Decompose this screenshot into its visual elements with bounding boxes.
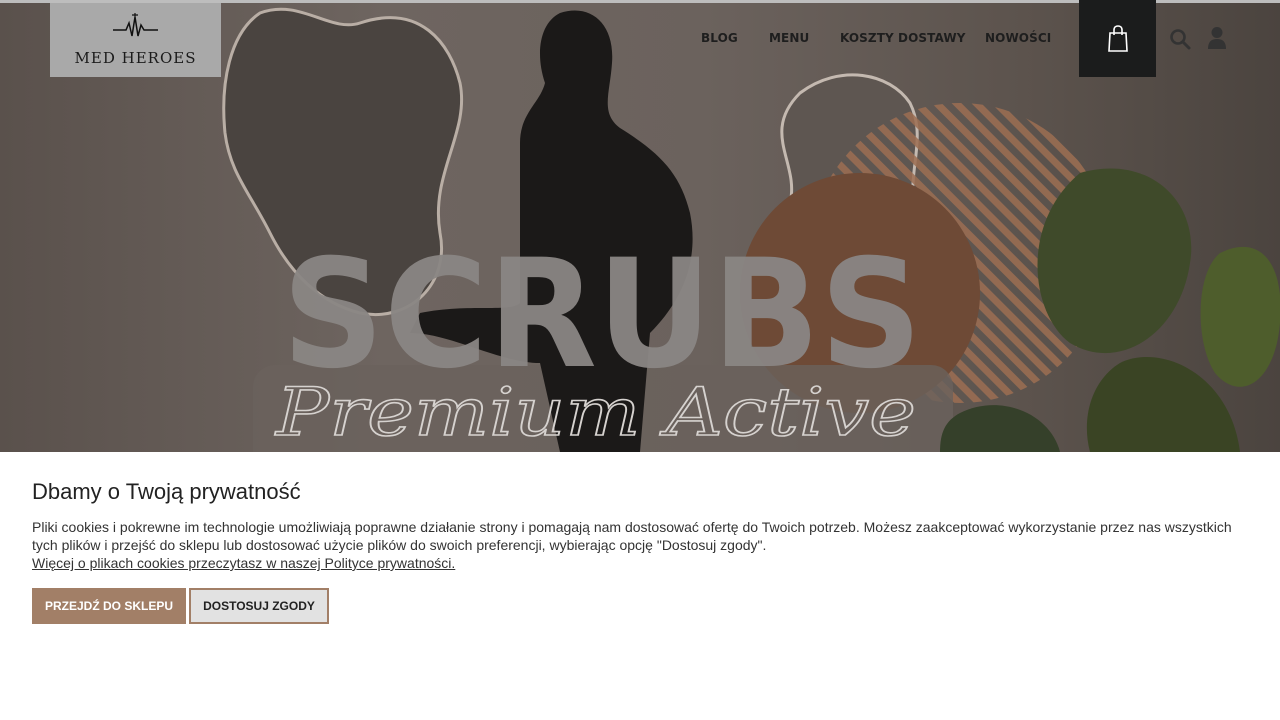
nav-menu[interactable]: MENU [769, 31, 809, 47]
nav-nowosci[interactable]: NOWOŚCI [985, 31, 1051, 47]
cookie-description: Pliki cookies i pokrewne im technologie … [32, 519, 1232, 553]
leaf-1 [1037, 168, 1192, 354]
go-to-shop-button[interactable]: PRZEJDŹ DO SKLEPU [32, 588, 186, 624]
nav-blog[interactable]: BLOG [701, 31, 738, 47]
search-icon[interactable] [1169, 28, 1191, 50]
leaf-2 [1200, 247, 1280, 387]
hero-script-text: Premium Active [275, 374, 916, 451]
user-icon[interactable] [1207, 26, 1227, 50]
leaf-4 [940, 405, 1060, 452]
logo[interactable]: MED HEROES [50, 3, 221, 77]
cookie-title: Dbamy o Twoją prywatność [32, 479, 301, 504]
cookie-consent-panel: Dbamy o Twoją prywatność Pliki cookies i… [0, 452, 1280, 720]
nav-koszty-dostawy[interactable]: KOSZTY DOSTAWY [840, 31, 966, 47]
customize-consent-button[interactable]: DOSTOSUJ ZGODY [189, 588, 329, 624]
logo-text: MED HEROES [74, 49, 197, 67]
heartbeat-logo-icon [113, 13, 158, 37]
shopping-bag-icon [1108, 25, 1128, 52]
privacy-policy-link[interactable]: Więcej o plikach cookies przeczytasz w n… [32, 554, 455, 572]
cart-button[interactable] [1079, 0, 1156, 77]
